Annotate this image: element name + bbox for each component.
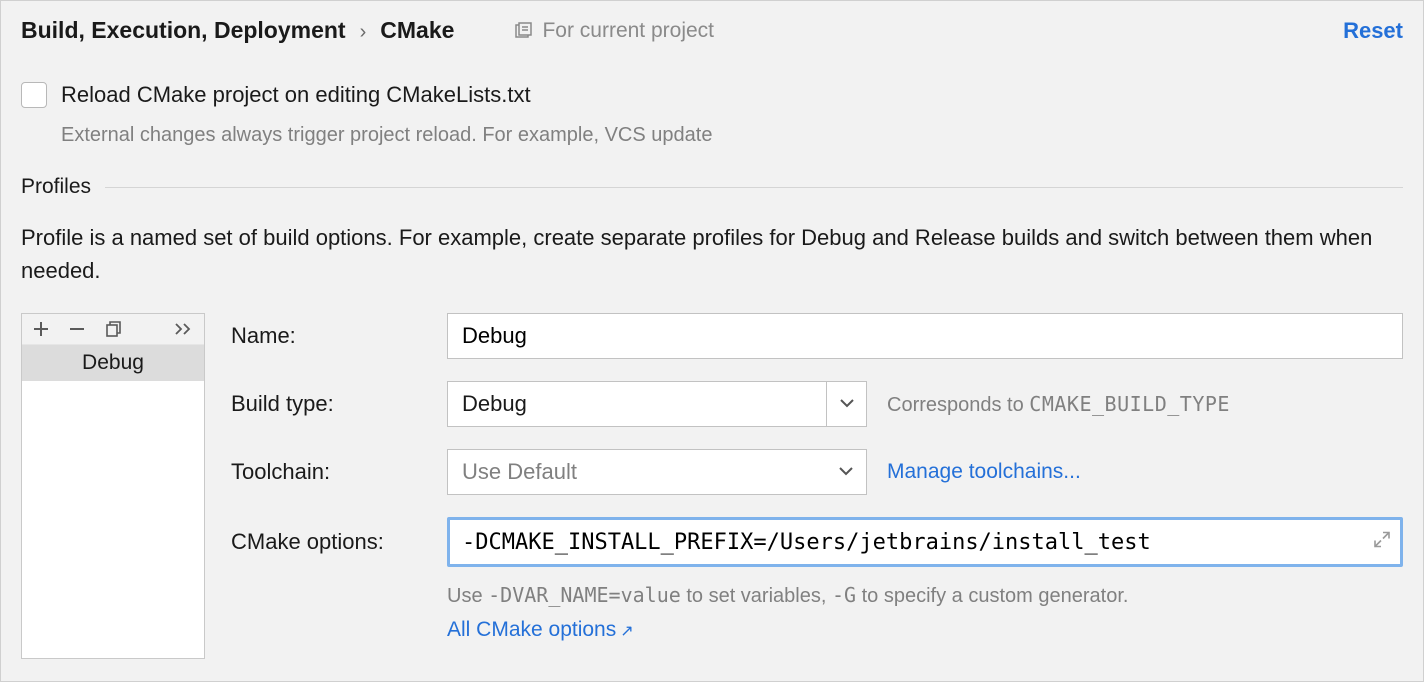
remove-profile-button[interactable] — [68, 320, 86, 338]
cmake-options-label: CMake options: — [231, 529, 431, 555]
profiles-area: Debug Name: Build type: Debug Correspond… — [21, 313, 1403, 659]
reload-option-row: Reload CMake project on editing CMakeLis… — [21, 82, 1403, 108]
profile-form: Name: Build type: Debug Corresponds to C… — [231, 313, 1403, 659]
manage-toolchains-link[interactable]: Manage toolchains... — [887, 460, 1081, 484]
profiles-section-header: Profiles — [21, 175, 1403, 199]
minus-icon — [68, 320, 86, 338]
toolchain-label: Toolchain: — [231, 459, 431, 485]
reload-hint: External changes always trigger project … — [61, 124, 1403, 147]
chevron-right-icon: › — [360, 21, 367, 44]
build-type-label: Build type: — [231, 391, 431, 417]
chevrons-right-icon — [174, 322, 194, 336]
profiles-items: Debug — [22, 345, 204, 658]
copy-icon — [104, 320, 122, 338]
plus-icon — [32, 320, 50, 338]
cmake-options-hint: Use -DVAR_NAME=value to set variables, -… — [447, 583, 1403, 608]
project-scope-icon — [514, 22, 532, 40]
more-actions-button[interactable] — [174, 322, 194, 336]
name-input[interactable] — [447, 313, 1403, 359]
expand-icon[interactable] — [1374, 531, 1390, 554]
all-cmake-options-link[interactable]: All CMake options↗ — [447, 618, 634, 641]
name-label: Name: — [231, 323, 431, 349]
build-type-note: Corresponds to CMAKE_BUILD_TYPE — [887, 392, 1230, 417]
breadcrumb: Build, Execution, Deployment › CMake — [21, 17, 454, 44]
reload-checkbox[interactable] — [21, 82, 47, 108]
chevron-down-icon — [826, 450, 866, 494]
breadcrumb-current: CMake — [380, 17, 454, 44]
profiles-toolbar — [22, 314, 204, 345]
profiles-list: Debug — [21, 313, 205, 659]
toolchain-value: Use Default — [448, 450, 826, 494]
cmake-options-field[interactable] — [447, 517, 1403, 567]
add-profile-button[interactable] — [32, 320, 50, 338]
build-type-value: Debug — [448, 382, 826, 426]
cmake-settings-panel: Build, Execution, Deployment › CMake For… — [0, 0, 1424, 682]
cmake-options-input[interactable] — [460, 520, 1360, 564]
external-link-icon: ↗ — [620, 623, 633, 640]
breadcrumb-parent[interactable]: Build, Execution, Deployment — [21, 17, 346, 44]
profile-item-debug[interactable]: Debug — [22, 345, 204, 381]
scope-label: For current project — [514, 19, 714, 43]
profiles-description: Profile is a named set of build options.… — [21, 221, 1403, 287]
header-row: Build, Execution, Deployment › CMake For… — [21, 1, 1403, 52]
reload-checkbox-label[interactable]: Reload CMake project on editing CMakeLis… — [61, 82, 531, 108]
cmake-options-subtext: Use -DVAR_NAME=value to set variables, -… — [447, 583, 1403, 642]
toolchain-combobox[interactable]: Use Default — [447, 449, 867, 495]
profiles-section-title: Profiles — [21, 175, 91, 199]
reset-button[interactable]: Reset — [1343, 18, 1403, 44]
chevron-down-icon — [826, 382, 866, 426]
copy-profile-button[interactable] — [104, 320, 122, 338]
divider-line — [105, 187, 1403, 188]
build-type-combobox[interactable]: Debug — [447, 381, 867, 427]
